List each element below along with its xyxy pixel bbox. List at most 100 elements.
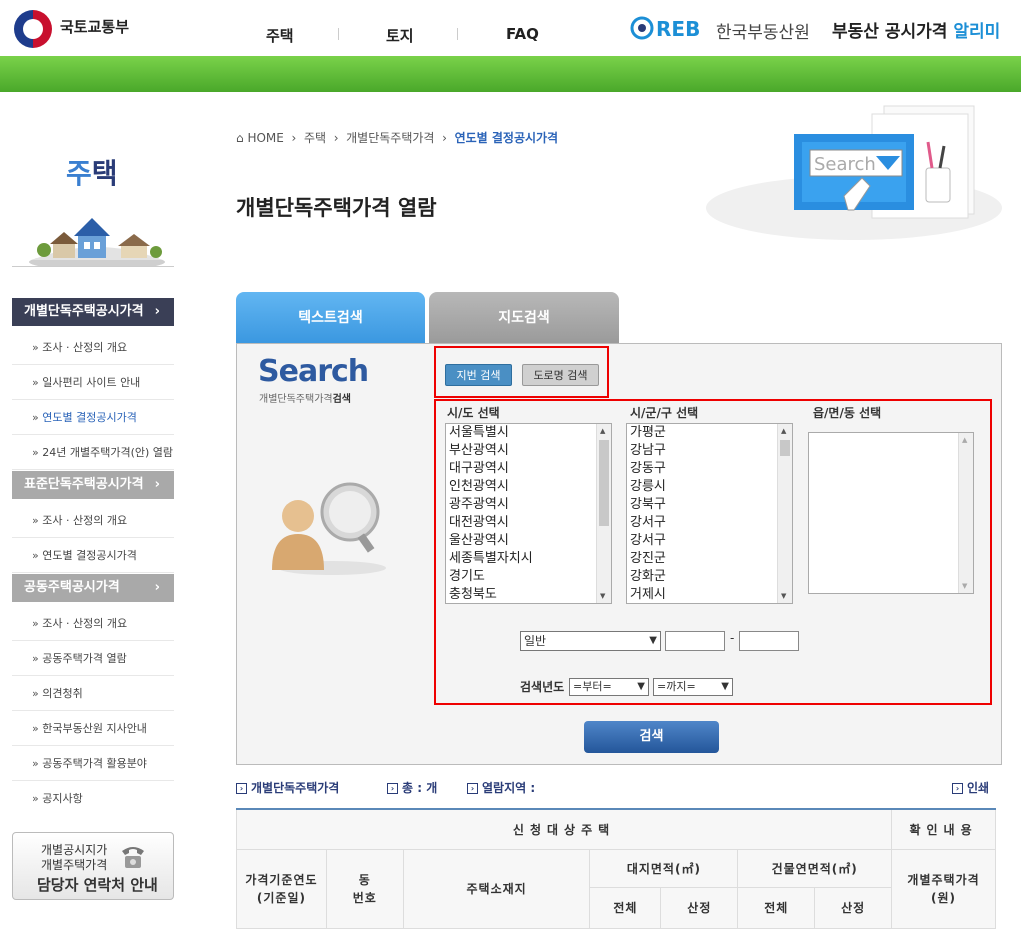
eupmyeondong-listbox[interactable]: ▲ ▼: [808, 432, 974, 594]
sigungu-option[interactable]: 가평군: [627, 424, 792, 442]
sidebar-item-yearly[interactable]: 연도별 결정공시가격: [12, 538, 174, 573]
houses-illustration-icon: [29, 218, 165, 266]
chevron-down-icon: ▼: [649, 635, 657, 646]
sigungu-option[interactable]: 강서구: [627, 532, 792, 550]
sigungu-label: 시/군/구 선택: [630, 406, 699, 420]
sido-option[interactable]: 울산광역시: [446, 532, 611, 550]
green-banner: [0, 56, 1021, 92]
nav-divider: [338, 28, 339, 40]
sigungu-option[interactable]: 강동구: [627, 460, 792, 478]
info-total-text: 총 : 개: [402, 781, 438, 795]
sido-option[interactable]: 세종특별자치시: [446, 550, 611, 568]
sido-label: 시/도 선택: [447, 406, 500, 420]
reb-logo-icon[interactable]: REB: [630, 14, 712, 42]
col-house-price: 개별주택가격 (원): [891, 848, 996, 929]
home-icon[interactable]: ⌂: [236, 131, 244, 145]
sidebar-item-opinion[interactable]: 의견청취: [12, 676, 174, 711]
chevron-right-icon: ›: [154, 477, 160, 492]
bon-number-input[interactable]: [665, 631, 725, 651]
sidebar-title-a: 주: [66, 157, 92, 190]
sidebar-section-individual[interactable]: 개별단독주택공시가격 ›: [12, 298, 174, 326]
chevron-right-icon: ›: [387, 783, 398, 794]
sidebar-item-overview[interactable]: 조사 · 산정의 개요: [12, 503, 174, 538]
sido-option[interactable]: 충청북도: [446, 586, 611, 603]
sidebar-divider: [12, 266, 174, 267]
sidebar-item-usage[interactable]: 공동주택가격 활용분야: [12, 746, 174, 781]
sigungu-option[interactable]: 강릉시: [627, 478, 792, 496]
year-to-select[interactable]: =까지= ▼: [653, 678, 733, 696]
breadcrumb-home[interactable]: HOME: [247, 131, 283, 145]
breadcrumb-separator: ›: [442, 131, 447, 145]
telephone-icon: [122, 847, 144, 868]
sido-option[interactable]: 경기도: [446, 568, 611, 586]
print-button[interactable]: › 인쇄: [952, 779, 989, 796]
search-illustration-icon: Search: [706, 105, 1002, 240]
sigungu-option[interactable]: 강북구: [627, 496, 792, 514]
search-sub-b: 검색: [332, 394, 352, 405]
sidebar-item-apt-view[interactable]: 공동주택가격 열람: [12, 641, 174, 676]
road-search-button[interactable]: 도로명 검색: [522, 364, 599, 386]
ministry-logo-icon[interactable]: [14, 10, 52, 48]
sidebar-item-ilsa[interactable]: 일사편리 사이트 안내: [12, 365, 174, 400]
col-land-calc: 산정: [660, 886, 739, 929]
illustration-search-text: Search: [814, 154, 876, 175]
jibun-search-button[interactable]: 지번 검색: [445, 364, 512, 386]
page-title: 개별단독주택가격 열람: [236, 196, 437, 220]
service-title-b: 알리미: [953, 22, 1001, 42]
sigungu-option[interactable]: 강진군: [627, 550, 792, 568]
sidebar-item-overview[interactable]: 조사 · 산정의 개요: [12, 330, 174, 365]
year-from-value: =부터=: [573, 680, 612, 693]
sigungu-option[interactable]: 강서구: [627, 514, 792, 532]
contact-info-button[interactable]: 개별공시지가 개별주택가격 담당자 연락처 안내: [12, 832, 174, 900]
lot-type-value: 일반: [524, 634, 547, 648]
sido-listbox[interactable]: 서울특별시 부산광역시 대구광역시 인천광역시 광주광역시 대전광역시 울산광역시 세종특별자…: [445, 423, 612, 604]
sigungu-listbox[interactable]: 가평군 강남구 강동구 강릉시 강북구 강서구 강서구 강진군 강화군 거제시 ▲ ▼: [626, 423, 793, 604]
breadcrumb-separator: ›: [333, 131, 339, 145]
sigungu-option[interactable]: 강화군: [627, 568, 792, 586]
col-building-calc: 산정: [841, 900, 866, 915]
breadcrumb-individual[interactable]: 개별단독주택가격: [346, 131, 434, 145]
search-submit-button[interactable]: 검색: [584, 721, 719, 753]
tab-map-search[interactable]: 지도검색: [429, 292, 619, 344]
nav-land[interactable]: 토지: [386, 25, 414, 46]
tab-text-search[interactable]: 텍스트검색: [236, 292, 425, 344]
chevron-right-icon: ›: [154, 580, 160, 595]
breadcrumb-housing[interactable]: 주택: [304, 131, 326, 145]
nav-faq[interactable]: FAQ: [506, 25, 539, 43]
sidebar-section-standard[interactable]: 표준단독주택공시가격 ›: [12, 471, 174, 499]
sigungu-option[interactable]: 강남구: [627, 442, 792, 460]
sido-option[interactable]: 부산광역시: [446, 442, 611, 460]
col-building-area: 건물연면적(㎡): [737, 848, 893, 888]
sido-option[interactable]: 대전광역시: [446, 514, 611, 532]
scrollbar[interactable]: ▲ ▼: [777, 424, 792, 603]
sido-option[interactable]: 광주광역시: [446, 496, 611, 514]
sido-option[interactable]: 인천광역시: [446, 478, 611, 496]
sido-option[interactable]: 서울특별시: [446, 424, 611, 442]
bu-number-input[interactable]: [739, 631, 799, 651]
service-title[interactable]: 부동산 공시가격 알리미: [832, 17, 1000, 42]
sidebar-title-b: 택: [91, 157, 118, 190]
ministry-name[interactable]: 국토교통부: [60, 16, 129, 37]
org-name[interactable]: 한국부동산원: [716, 18, 810, 43]
year-from-select[interactable]: =부터= ▼: [569, 678, 649, 696]
sidebar-section-apartment[interactable]: 공동주택공시가격 ›: [12, 574, 174, 602]
lot-type-select[interactable]: 일반 ▼: [520, 631, 661, 651]
results-table: 신청대상주택 확인내용 가격기준연도 (기준일) 동 번호 주택소재지 대지면적…: [235, 808, 996, 929]
sido-option[interactable]: 대구광역시: [446, 460, 611, 478]
sidebar-item-yearly-active[interactable]: 연도별 결정공시가격: [12, 400, 174, 435]
col-building-sub: 전체 산정: [737, 886, 893, 929]
table-group-confirm: 확인내용: [891, 808, 996, 850]
sidebar-item-overview[interactable]: 조사 · 산정의 개요: [12, 606, 174, 641]
col-address: 주택소재지: [402, 848, 591, 929]
sidebar-item-branches[interactable]: 한국부동산원 지사안내: [12, 711, 174, 746]
nav-housing[interactable]: 주택: [266, 25, 294, 46]
scrollbar[interactable]: ▲ ▼: [596, 424, 611, 603]
sidebar-item-notice[interactable]: 공지사항: [12, 781, 174, 816]
scrollbar[interactable]: ▲ ▼: [958, 433, 973, 593]
print-text: 인쇄: [967, 781, 990, 795]
breadcrumb: ⌂ HOME › 주택 › 개별단독주택가격 › 연도별 결정공시가격: [236, 129, 558, 146]
sidebar-title: 주택: [66, 152, 118, 192]
chevron-down-icon: ▼: [721, 681, 729, 692]
sigungu-option[interactable]: 거제시: [627, 586, 792, 603]
sidebar-item-24-draft[interactable]: 24년 개별주택가격(안) 열람: [12, 435, 174, 470]
